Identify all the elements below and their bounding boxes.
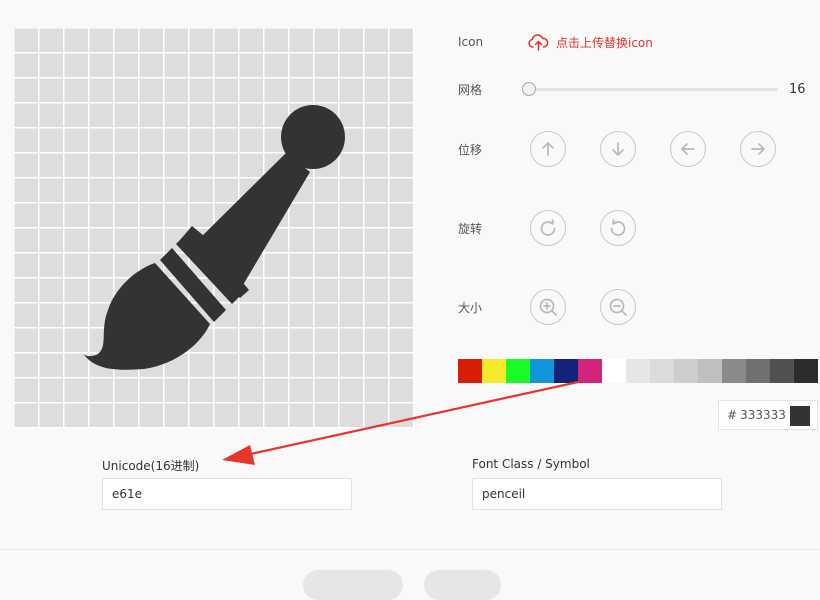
cloud-upload-icon bbox=[528, 33, 549, 51]
arrow-up-icon bbox=[542, 142, 554, 156]
palette-swatch[interactable] bbox=[674, 359, 698, 383]
color-palette bbox=[458, 359, 818, 383]
rotate-clockwise-icon bbox=[540, 219, 556, 236]
icon-label: Icon bbox=[458, 35, 484, 49]
zoom-in-button[interactable] bbox=[530, 289, 566, 325]
zoom-out-icon bbox=[609, 298, 627, 316]
palette-swatch[interactable] bbox=[698, 359, 722, 383]
palette-swatch[interactable] bbox=[602, 359, 626, 383]
palette-swatch[interactable] bbox=[554, 359, 578, 383]
icon-canvas bbox=[14, 28, 414, 428]
palette-swatch[interactable] bbox=[458, 359, 482, 383]
palette-swatch[interactable] bbox=[578, 359, 602, 383]
hex-value: 333333 bbox=[740, 408, 786, 422]
upload-label: 点击上传替换icon bbox=[556, 35, 653, 50]
zoom-out-button[interactable] bbox=[600, 289, 636, 325]
size-label: 大小 bbox=[458, 301, 483, 315]
grid-slider-track[interactable] bbox=[530, 88, 778, 91]
zoom-in-icon bbox=[539, 298, 557, 316]
palette-swatch[interactable] bbox=[746, 359, 770, 383]
hex-hash: # bbox=[727, 408, 738, 422]
rotate-counterclockwise-icon bbox=[610, 219, 626, 236]
move-left-button[interactable] bbox=[670, 131, 706, 167]
palette-swatch[interactable] bbox=[770, 359, 794, 383]
paintbrush-icon bbox=[82, 105, 345, 370]
footer-divider bbox=[0, 549, 820, 550]
grid-slider-value: 16 bbox=[789, 82, 806, 97]
footer-button-primary[interactable] bbox=[303, 570, 403, 600]
rotate-label: 旋转 bbox=[458, 222, 483, 236]
upload-icon-button[interactable]: 点击上传替换icon bbox=[528, 32, 653, 52]
grid-label: 网格 bbox=[458, 83, 483, 97]
rotate-counterclockwise-button[interactable] bbox=[600, 210, 636, 246]
move-up-button[interactable] bbox=[530, 131, 566, 167]
palette-swatch[interactable] bbox=[650, 359, 674, 383]
move-right-button[interactable] bbox=[740, 131, 776, 167]
unicode-input[interactable] bbox=[102, 478, 352, 510]
move-label: 位移 bbox=[458, 143, 483, 157]
palette-swatch[interactable] bbox=[530, 359, 554, 383]
palette-swatch[interactable] bbox=[482, 359, 506, 383]
move-down-button[interactable] bbox=[600, 131, 636, 167]
rotate-clockwise-button[interactable] bbox=[530, 210, 566, 246]
font-class-label: Font Class / Symbol bbox=[472, 457, 590, 471]
palette-swatch[interactable] bbox=[722, 359, 746, 383]
grid-slider-thumb[interactable] bbox=[522, 82, 536, 96]
palette-swatch[interactable] bbox=[794, 359, 818, 383]
current-color-swatch bbox=[790, 406, 810, 426]
arrow-down-icon bbox=[612, 142, 624, 156]
arrow-left-icon bbox=[681, 143, 695, 155]
footer-button-secondary[interactable] bbox=[424, 570, 501, 600]
color-hex-input[interactable]: # 333333 bbox=[718, 400, 818, 430]
arrow-right-icon bbox=[751, 143, 765, 155]
palette-swatch[interactable] bbox=[626, 359, 650, 383]
unicode-label: Unicode(16进制) bbox=[102, 459, 200, 473]
palette-swatch[interactable] bbox=[506, 359, 530, 383]
font-class-input[interactable] bbox=[472, 478, 722, 510]
